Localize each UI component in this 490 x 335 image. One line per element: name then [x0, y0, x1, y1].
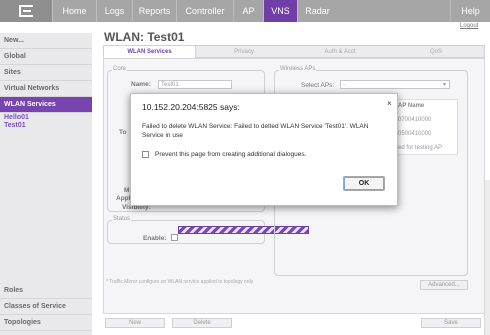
prevent-dialogs-label[interactable]: Prevent this page from creating addition…	[155, 151, 306, 158]
name-label: Name:	[131, 81, 151, 88]
sidebar-item-virtual-networks[interactable]: Virtual Networks	[0, 81, 92, 97]
brand-logo[interactable]	[0, 0, 52, 22]
tab-privacy[interactable]: Privacy	[196, 45, 292, 58]
ap-row[interactable]: 0700410000	[398, 117, 431, 123]
sidebar-item-new[interactable]: New...	[0, 33, 92, 49]
sidebar-item-classes-of-service[interactable]: Classes of Service	[0, 299, 92, 315]
dialog-message: Failed to delete WLAN Service: Failed to…	[142, 123, 369, 139]
dialog-title: 10.152.20.204:5825 says:	[142, 102, 240, 112]
sidebar-item-sites[interactable]: Sites	[0, 65, 92, 81]
wireless-aps-legend: Wireless APs	[279, 66, 317, 72]
name-input[interactable]: Test01	[158, 80, 232, 89]
page-scrollbar[interactable]	[484, 180, 490, 335]
enable-checkbox[interactable]	[171, 234, 178, 241]
nav-controller[interactable]: Controller	[176, 0, 233, 22]
sidebar-subitem-test01[interactable]: Test01	[4, 122, 26, 129]
alert-dialog: 10.152.20.204:5825 says: × Failed to del…	[130, 93, 398, 206]
select-aps-value: -	[343, 82, 345, 88]
nav-help[interactable]: Help	[450, 0, 490, 22]
app-label: Appl	[116, 195, 131, 202]
ap-name-header: AP Name	[398, 103, 425, 109]
tab-qos[interactable]: QoS	[388, 45, 484, 58]
delete-button[interactable]: Delete	[172, 318, 232, 328]
select-aps-label: Select APs:	[301, 82, 335, 89]
status-legend: Status	[112, 216, 132, 222]
sidebar-item-roles[interactable]: Roles	[0, 283, 92, 299]
core-legend: Core	[112, 66, 128, 72]
nav-ap[interactable]: AP	[233, 0, 263, 22]
chevron-down-icon: ▼	[442, 82, 447, 88]
select-aps-dropdown[interactable]: - ▼	[340, 80, 450, 89]
save-button[interactable]: Save	[421, 318, 481, 328]
sidebar-item-wlan-services[interactable]: WLAN Services	[0, 97, 92, 113]
ok-button[interactable]: OK	[343, 176, 385, 191]
new-button[interactable]: New	[105, 318, 165, 328]
ap-row[interactable]: 0500410000	[398, 131, 431, 137]
sidebar: New... Global Sites Virtual Networks WLA…	[0, 33, 92, 335]
enable-label: Enable:	[143, 235, 167, 242]
ap-row[interactable]: ed for testing AP	[398, 145, 442, 151]
logout-link[interactable]: Logout	[460, 23, 478, 29]
nav-vns[interactable]: VNS	[263, 0, 297, 22]
nav-home[interactable]: Home	[52, 0, 96, 22]
prevent-dialogs-checkbox[interactable]	[142, 151, 149, 158]
advanced-button[interactable]: Advanced...	[420, 280, 468, 290]
tab-wlan-services[interactable]: WLAN Services	[103, 45, 196, 58]
page-title: WLAN: Test01	[104, 30, 185, 44]
nav-reports[interactable]: Reports	[132, 0, 176, 22]
sidebar-subitem-hello01[interactable]: Hello01	[4, 114, 29, 121]
to-label: To	[119, 129, 127, 136]
logo-icon	[19, 5, 33, 17]
nav-logs[interactable]: Logs	[96, 0, 132, 22]
sidebar-item-topologies[interactable]: Topologies	[0, 315, 92, 331]
sidebar-item-global[interactable]: Global	[0, 49, 92, 65]
traffic-mirror-footnote: * Traffic Mirror configure on WLAN servi…	[106, 279, 254, 285]
nav-radar[interactable]: Radar	[297, 0, 337, 22]
m-label: M	[124, 187, 130, 194]
tab-auth-acct[interactable]: Auth & Acct	[292, 45, 388, 58]
close-icon[interactable]: ×	[387, 99, 392, 108]
